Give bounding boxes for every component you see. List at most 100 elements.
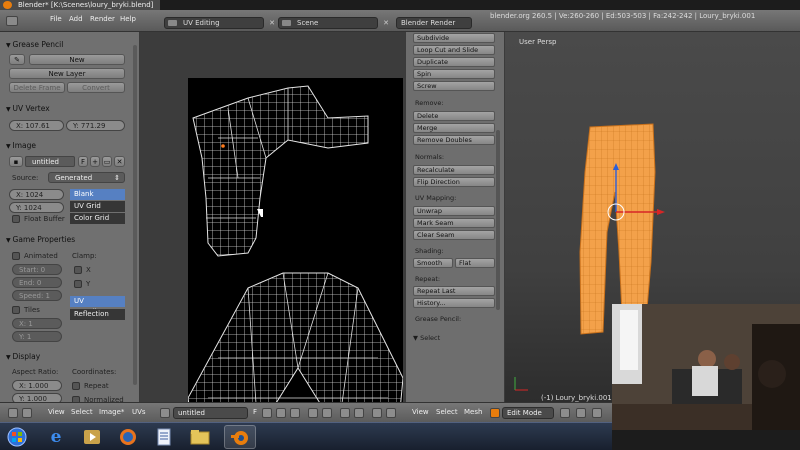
pencil-icon[interactable]: ✎ xyxy=(9,54,25,65)
internet-explorer-icon[interactable]: e xyxy=(40,425,72,449)
uv-editor-type-icon[interactable] xyxy=(8,408,18,418)
new-layer-button[interactable]: New Layer xyxy=(9,68,125,79)
screw-button[interactable]: Screw xyxy=(413,81,495,91)
firefox-icon[interactable] xyxy=(112,425,144,449)
left-panel-scrollbar[interactable] xyxy=(133,45,137,385)
animated-checkbox[interactable] xyxy=(12,252,20,260)
recalculate-button[interactable]: Recalculate xyxy=(413,165,495,175)
image-height-field[interactable]: Y: 1024 xyxy=(9,202,64,213)
uv-fake-user-label[interactable]: F xyxy=(253,408,257,416)
display-header[interactable]: Display xyxy=(6,352,41,361)
blender-taskbar-icon[interactable] xyxy=(224,425,256,449)
game-properties-header[interactable]: Game Properties xyxy=(6,235,76,244)
document-editor-icon[interactable] xyxy=(148,425,180,449)
duplicate-button[interactable]: Duplicate xyxy=(413,57,495,67)
image-browse-footer-icon[interactable] xyxy=(160,408,170,418)
select-mode-icon[interactable] xyxy=(340,408,350,418)
new-grease-pencil-button[interactable]: New xyxy=(29,54,125,65)
merge-button[interactable]: Merge xyxy=(413,123,495,133)
pivot-icon[interactable] xyxy=(308,408,318,418)
menu-help[interactable]: Help xyxy=(120,15,136,23)
interaction-mode-selector[interactable]: Edit Mode xyxy=(502,407,554,419)
uv-menu-select[interactable]: Select xyxy=(71,408,93,416)
subdivide-button[interactable]: Subdivide xyxy=(413,33,495,43)
start-orb-icon[interactable] xyxy=(2,425,32,449)
image-browse-icon[interactable]: ▪ xyxy=(9,156,23,167)
mapping-reflection[interactable]: Reflection xyxy=(70,309,125,320)
open-image-icon[interactable] xyxy=(276,408,286,418)
file-explorer-icon[interactable] xyxy=(184,425,216,449)
uv-menu-view[interactable]: View xyxy=(48,408,65,416)
image-unlink-icon[interactable]: ✕ xyxy=(114,156,125,167)
smooth-button[interactable]: Smooth xyxy=(413,258,453,268)
image-open-icon[interactable]: ▭ xyxy=(102,156,112,167)
new-image-icon[interactable] xyxy=(262,408,272,418)
grease-pencil-header[interactable]: Grease Pencil xyxy=(6,40,64,49)
convert-button[interactable]: Convert xyxy=(67,82,125,93)
clamp-x-checkbox[interactable] xyxy=(74,266,82,274)
sync-selection-icon[interactable] xyxy=(322,408,332,418)
image-type-blank[interactable]: Blank xyxy=(70,189,125,200)
tiles-checkbox[interactable] xyxy=(12,306,20,314)
vp-menu-mesh[interactable]: Mesh xyxy=(464,408,482,416)
delete-button[interactable]: Delete xyxy=(413,111,495,121)
uv-menu-toggle-icon[interactable] xyxy=(22,408,32,418)
image-header[interactable]: Image xyxy=(6,141,37,150)
aspect-x-field[interactable]: X: 1.000 xyxy=(12,380,62,391)
menu-file[interactable]: File xyxy=(50,15,62,23)
uv-lock-icon[interactable] xyxy=(386,408,396,418)
vp-menu-view[interactable]: View xyxy=(412,408,429,416)
tile-x-field[interactable]: X: 1 xyxy=(12,318,62,329)
remove-doubles-button[interactable]: Remove Doubles xyxy=(413,135,495,145)
image-type-color-grid[interactable]: Color Grid xyxy=(70,213,125,224)
screen-layout-selector[interactable]: UV Editing ✕ xyxy=(164,17,275,29)
uv-image-editor[interactable] xyxy=(140,32,405,433)
image-width-field[interactable]: X: 1024 xyxy=(9,189,64,200)
image-fake-user-button[interactable]: F xyxy=(78,156,88,167)
close-layout-icon[interactable]: ✕ xyxy=(269,18,275,28)
manipulator-icon[interactable] xyxy=(592,408,602,418)
uv-vertex-x-field[interactable]: X: 107.61 xyxy=(9,120,64,131)
flip-direction-button[interactable]: Flip Direction xyxy=(413,177,495,187)
mark-seam-button[interactable]: Mark Seam xyxy=(413,218,495,228)
menu-add[interactable]: Add xyxy=(69,15,83,23)
delete-frame-button[interactable]: Delete Frame xyxy=(9,82,65,93)
repeat-checkbox[interactable] xyxy=(72,382,80,390)
render-engine-selector[interactable]: Blender Render xyxy=(396,17,472,29)
pivot-point-icon[interactable] xyxy=(576,408,586,418)
float-buffer-checkbox[interactable] xyxy=(12,215,20,223)
uv-vertex-header[interactable]: UV Vertex xyxy=(6,104,50,113)
clamp-y-checkbox[interactable] xyxy=(74,280,82,288)
media-player-icon[interactable] xyxy=(76,425,108,449)
mapping-uv-coordinates[interactable]: UV Coordinates xyxy=(70,296,125,316)
uv-image-name-field[interactable]: untitled xyxy=(173,407,248,419)
image-type-uv-grid[interactable]: UV Grid xyxy=(70,201,125,212)
unwrap-button[interactable]: Unwrap xyxy=(413,206,495,216)
menu-render[interactable]: Render xyxy=(90,15,115,23)
snap-icon[interactable] xyxy=(372,408,382,418)
select-panel-header[interactable]: ▼ Select xyxy=(413,334,440,342)
image-name-field[interactable]: untitled xyxy=(25,156,75,167)
repeat-last-button[interactable]: Repeat Last xyxy=(413,286,495,296)
end-frame-field[interactable]: End: 0 xyxy=(12,277,62,288)
close-scene-icon[interactable]: ✕ xyxy=(383,18,389,28)
image-new-icon[interactable]: + xyxy=(90,156,100,167)
spin-button[interactable]: Spin xyxy=(413,69,495,79)
loop-cut-button[interactable]: Loop Cut and Slide xyxy=(413,45,495,55)
uv-menu-image[interactable]: Image* xyxy=(99,408,124,416)
unlink-image-icon[interactable] xyxy=(290,408,300,418)
vp-menu-select[interactable]: Select xyxy=(436,408,458,416)
start-frame-field[interactable]: Start: 0 xyxy=(12,264,62,275)
proportional-edit-icon[interactable] xyxy=(354,408,364,418)
tile-y-field[interactable]: Y: 1 xyxy=(12,331,62,342)
uv-vertex-y-field[interactable]: Y: 771.29 xyxy=(66,120,125,131)
scene-selector[interactable]: Scene ✕ xyxy=(278,17,389,29)
clear-seam-button[interactable]: Clear Seam xyxy=(413,230,495,240)
uv-canvas[interactable] xyxy=(187,78,404,433)
source-dropdown[interactable]: Generated ⇕ xyxy=(48,172,125,183)
flat-button[interactable]: Flat xyxy=(455,258,495,268)
editor-type-icon[interactable] xyxy=(6,16,18,26)
viewport-shading-icon[interactable] xyxy=(560,408,570,418)
uv-menu-uvs[interactable]: UVs xyxy=(132,408,146,416)
tool-shelf-scrollbar[interactable] xyxy=(496,130,500,310)
